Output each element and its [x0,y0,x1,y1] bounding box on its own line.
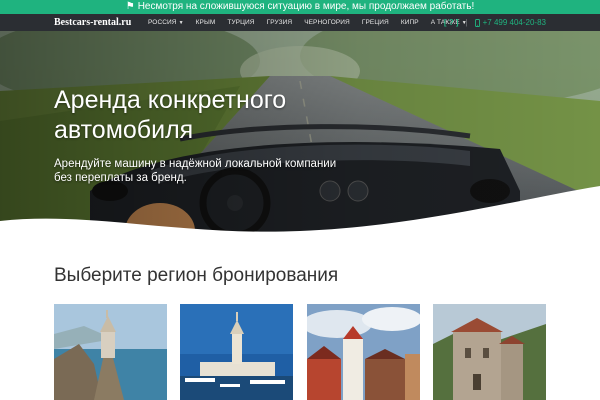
region-card-fortress[interactable] [433,304,546,400]
nav-item-montenegro[interactable]: ЧЕРНОГОРИЯ [304,19,350,26]
hero-title: Аренда конкретного автомобиля [54,86,287,144]
nav-menu: РОССИЯ ▼ КРЫМ ТУРЦИЯ ГРУЗИЯ ЧЕРНОГОРИЯ ГР… [140,19,471,26]
nav-item-label: ГРЕЦИЯ [361,19,389,26]
nav-item-label: КИПР [400,19,419,26]
banner-text: Несмотря на сложившуюся ситуацию в мире,… [137,1,475,12]
caret-down-icon: ▼ [178,20,184,26]
hero-subtitle: Арендуйте машину в надёжной локальной ко… [54,158,337,184]
main-navbar: Bestcars-rental.ru РОССИЯ ▼ КРЫМ ТУРЦИЯ Г… [0,14,600,31]
help-button[interactable]: [ ? ] [444,18,459,27]
nav-item-greece[interactable]: ГРЕЦИЯ [362,19,389,26]
region-image-sochi [180,304,293,400]
region-card-sochi[interactable] [180,304,293,400]
nav-item-georgia[interactable]: ГРУЗИЯ [267,19,293,26]
nav-item-label: ТУРЦИЯ [227,19,255,26]
nav-item-label: КРЫМ [195,19,216,26]
site-logo[interactable]: Bestcars-rental.ru [54,17,140,28]
phone-link[interactable]: +7 499 404-20-83 [474,18,546,27]
nav-item-label: ЧЕРНОГОРИЯ [304,19,350,26]
ukraine-flag-icon: ⚑ [125,1,135,12]
hero-section: Аренда конкретного автомобиля Арендуйте … [0,31,600,243]
nav-item-turkey[interactable]: ТУРЦИЯ [227,19,254,26]
region-card-kaliningrad[interactable] [307,304,420,400]
region-image-fortress [433,304,546,400]
region-image-kaliningrad [307,304,420,400]
nav-item-cyprus[interactable]: КИПР [401,19,419,26]
region-cards [54,304,546,400]
region-card-crimea[interactable] [54,304,167,400]
phone-number: +7 499 404-20-83 [482,18,546,27]
nav-contacts: [ ? ] | +7 499 404-20-83 [444,14,546,31]
region-image-crimea [54,304,167,400]
top-announcement-banner: ⚑ Несмотря на сложившуюся ситуацию в мире… [0,0,600,14]
nav-item-label: РОССИЯ [148,19,177,26]
phone-icon [474,18,480,27]
divider: | [465,18,468,27]
nav-item-russia[interactable]: РОССИЯ ▼ [148,19,184,26]
section-title: Выберите регион бронирования [54,265,339,286]
nav-item-crimea[interactable]: КРЫМ [196,19,216,26]
nav-item-label: ГРУЗИЯ [266,19,293,26]
